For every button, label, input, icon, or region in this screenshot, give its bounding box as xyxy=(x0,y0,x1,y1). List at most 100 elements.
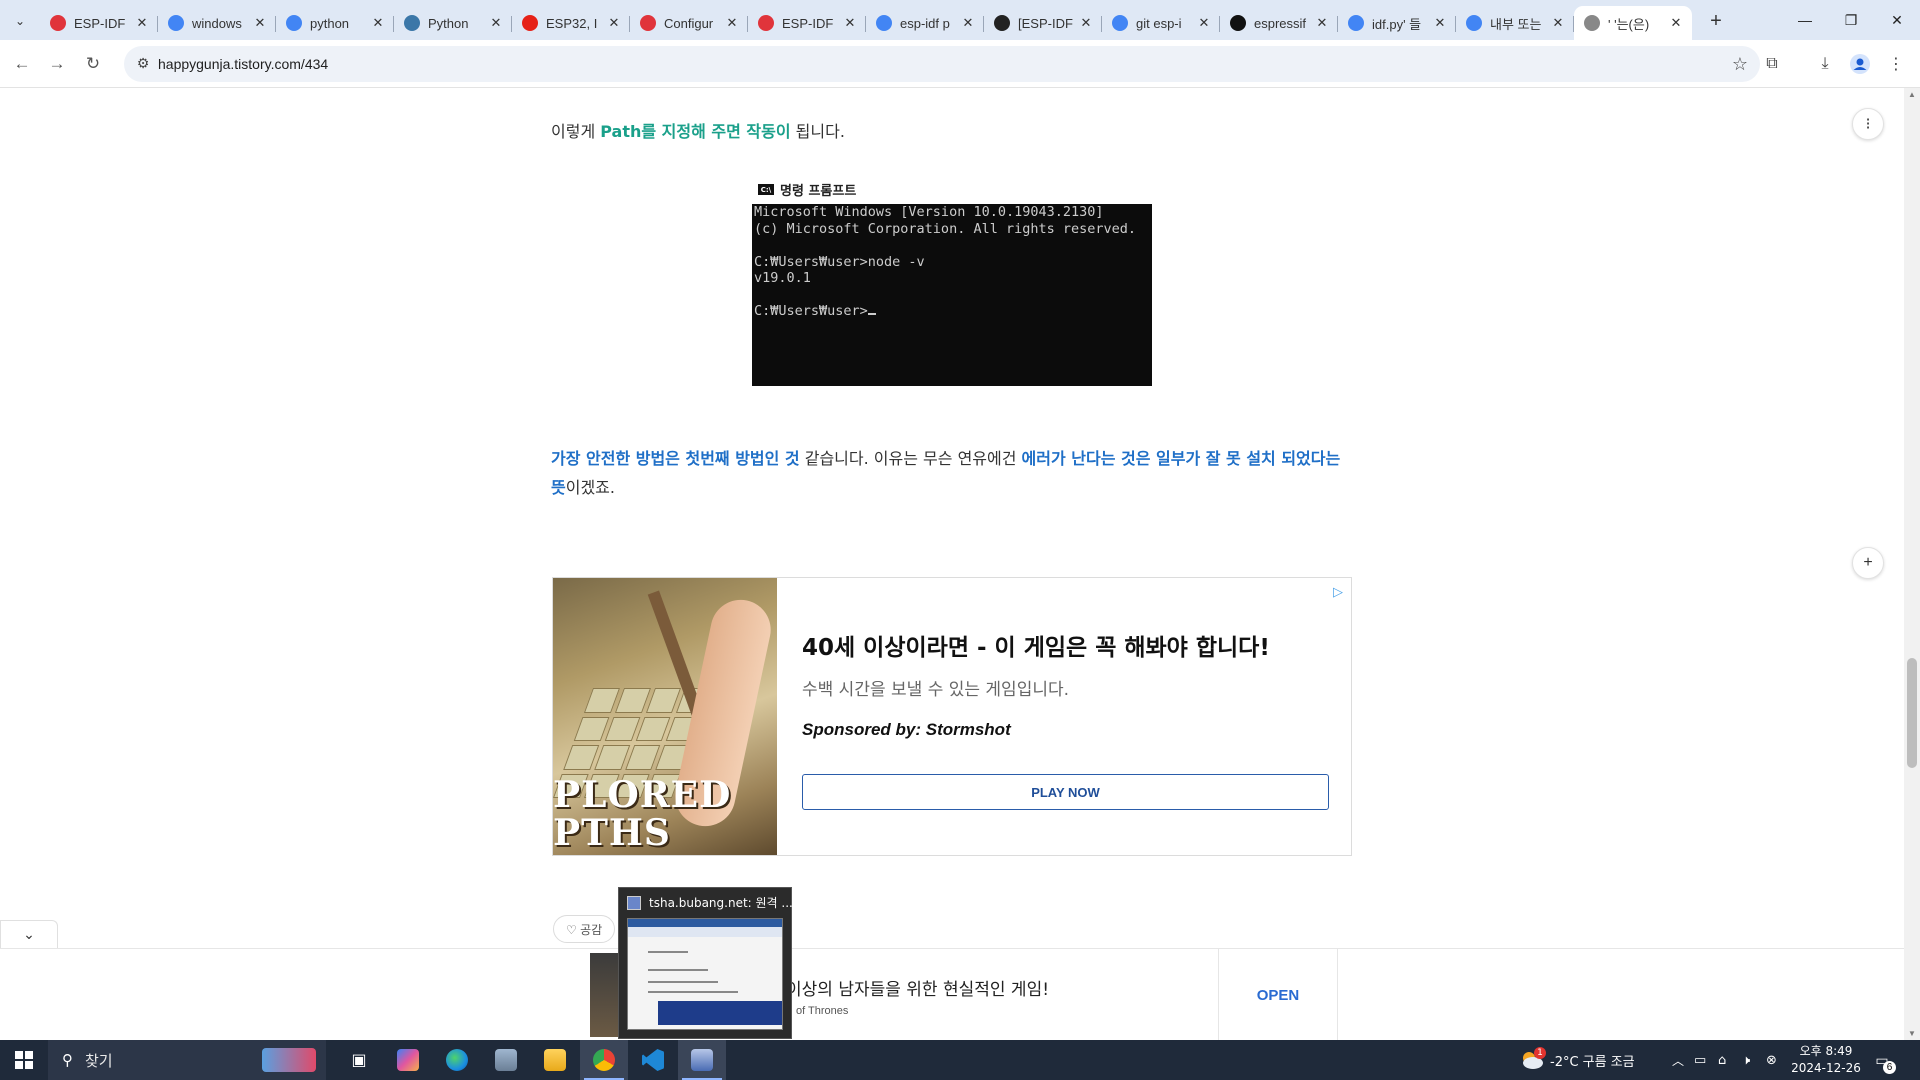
taskbar-clock[interactable]: 오후 8:49 2024-12-26 xyxy=(1788,1043,1864,1077)
browser-menu-icon[interactable]: ⋮ xyxy=(1884,52,1908,76)
bookmark-star-icon[interactable]: ☆ xyxy=(1732,54,1748,75)
meet-now-icon[interactable]: ▭ xyxy=(1694,1040,1706,1080)
remote-desktop-taskbar-icon[interactable] xyxy=(678,1040,726,1080)
tab-close-icon[interactable]: ✕ xyxy=(842,15,858,31)
ad-image[interactable]: PLORED PTHS xyxy=(553,578,777,855)
copilot-icon[interactable] xyxy=(384,1040,432,1080)
cmd-line: (c) Microsoft Corporation. All rights re… xyxy=(754,220,1137,237)
sponsored-ad-card[interactable]: PLORED PTHS ▷ 40세 이상이라면 - 이 게임은 꼭 해봐야 합니다… xyxy=(552,577,1352,856)
weather-cloud-icon: 1 xyxy=(1520,1047,1546,1071)
cmd-line: v19.0.1 xyxy=(754,270,811,286)
windows-logo-icon xyxy=(15,1051,33,1069)
minimize-button[interactable]: — xyxy=(1782,0,1828,40)
collapse-chevron-icon[interactable]: ⌄ xyxy=(0,920,58,948)
browser-tab[interactable]: [ESP-IDF ✕ xyxy=(984,8,1102,38)
browser-tab[interactable]: ' '는(은) ✕ xyxy=(1574,6,1692,40)
browser-tab[interactable]: espressif ✕ xyxy=(1220,8,1338,38)
browser-tab[interactable]: python ✕ xyxy=(276,8,394,38)
ime-status-icon[interactable]: ⊗ xyxy=(1766,1040,1777,1080)
show-hidden-icons-icon[interactable]: ︿ xyxy=(1672,1040,1684,1080)
browser-tab[interactable]: Configur ✕ xyxy=(630,8,748,38)
tab-close-icon[interactable]: ✕ xyxy=(1550,15,1566,31)
cmd-line: Microsoft Windows [Version 10.0.19043.21… xyxy=(754,204,1104,220)
tab-close-icon[interactable]: ✕ xyxy=(606,15,622,31)
bottom-ad-text[interactable]: 이상의 남자들을 위한 현실적인 게임! xyxy=(786,975,1049,1000)
adchoices-icon[interactable]: ▷ xyxy=(1333,584,1343,600)
clock-time: 오후 8:49 xyxy=(1799,1044,1853,1058)
profile-avatar-icon[interactable] xyxy=(1848,52,1872,76)
scrollbar-thumb[interactable] xyxy=(1907,658,1917,768)
tab-close-icon[interactable]: ✕ xyxy=(134,15,150,31)
tab-close-icon[interactable]: ✕ xyxy=(370,15,386,31)
browser-tab[interactable]: ESP32, I ✕ xyxy=(512,8,630,38)
open-button[interactable]: OPEN xyxy=(1218,949,1338,1040)
github-icon xyxy=(1230,15,1246,31)
browser-tab[interactable]: esp-idf p ✕ xyxy=(866,8,984,38)
tab-search-icon[interactable]: ⌄ xyxy=(8,9,32,33)
tab-close-icon[interactable]: ✕ xyxy=(1432,15,1448,31)
paragraph-path: 이렇게 Path를 지정해 주면 작동이 됩니다. xyxy=(551,118,845,142)
ad-headline[interactable]: 40세 이상이라면 - 이 게임은 꼭 해봐야 합니다! xyxy=(802,628,1270,662)
preview-thumbnail[interactable] xyxy=(627,918,783,1030)
new-tab-button[interactable]: + xyxy=(1704,9,1728,33)
paragraph-safest-method: 가장 안전한 방법은 첫번째 방법인 것 같습니다. 이유는 무슨 연유에건 에… xyxy=(551,444,1341,502)
restore-button[interactable]: ❐ xyxy=(1828,0,1874,40)
search-icon: ⚲ xyxy=(62,1051,73,1069)
volume-muted-icon[interactable]: 🕨 xyxy=(1742,1040,1750,1080)
bottom-anchor-ad[interactable]: 이상의 남자들을 위한 현실적인 게임! of Thrones OPEN xyxy=(0,948,1904,1040)
tab-title: ESP-IDF xyxy=(782,15,834,31)
browser-tab[interactable]: idf.py' 들 ✕ xyxy=(1338,8,1456,38)
tab-close-icon[interactable]: ✕ xyxy=(1196,15,1212,31)
close-window-button[interactable]: ✕ xyxy=(1874,0,1920,40)
espressif-icon xyxy=(640,15,656,31)
forward-arrow-icon[interactable]: → xyxy=(45,52,69,76)
chrome-icon[interactable] xyxy=(580,1040,628,1080)
back-arrow-icon[interactable]: ← xyxy=(10,52,34,76)
weather-app-icon[interactable] xyxy=(482,1040,530,1080)
tab-title: Configur xyxy=(664,15,714,31)
tab-close-icon[interactable]: ✕ xyxy=(488,15,504,31)
taskbar-search[interactable]: ⚲ 찾기 xyxy=(48,1040,326,1080)
tab-close-icon[interactable]: ✕ xyxy=(724,15,740,31)
task-view-icon[interactable]: ▣ xyxy=(335,1040,383,1080)
browser-tab[interactable]: git esp-i ✕ xyxy=(1102,8,1220,38)
browser-tab[interactable]: ESP-IDF ✕ xyxy=(748,8,866,38)
tab-title: ESP-IDF xyxy=(74,15,126,31)
page-scrollbar[interactable]: ▲ ▼ xyxy=(1904,88,1920,1040)
browser-tab[interactable]: windows ✕ xyxy=(158,8,276,38)
text: 이렇게 xyxy=(551,122,601,141)
address-bar[interactable]: ⚙ happygunja.tistory.com/434 ☆ xyxy=(124,46,1760,82)
like-button[interactable]: ♡ 공감 xyxy=(553,915,616,943)
notification-center-icon[interactable]: ▭ 6 xyxy=(1870,1048,1896,1074)
url-text[interactable]: happygunja.tistory.com/434 xyxy=(158,56,328,72)
browser-tab[interactable]: 내부 또는 ✕ xyxy=(1456,8,1574,38)
tab-close-icon[interactable]: ✕ xyxy=(960,15,976,31)
play-now-button[interactable]: PLAY NOW xyxy=(802,774,1329,810)
extensions-icon[interactable]: ⧉ xyxy=(1760,52,1784,76)
cmd-line: C:₩Users₩user> xyxy=(754,303,1152,320)
start-button[interactable] xyxy=(0,1040,48,1080)
edge-icon[interactable] xyxy=(433,1040,481,1080)
tab-close-icon[interactable]: ✕ xyxy=(252,15,268,31)
plus-icon[interactable]: + xyxy=(1852,547,1884,579)
file-explorer-icon[interactable] xyxy=(531,1040,579,1080)
site-info-icon[interactable]: ⚙ xyxy=(134,55,152,73)
network-icon[interactable]: ⌂ xyxy=(1718,1040,1726,1080)
browser-tab[interactable]: Python ✕ xyxy=(394,8,512,38)
browser-tab[interactable]: ESP-IDF ✕ xyxy=(40,8,158,38)
tab-close-icon[interactable]: ✕ xyxy=(1668,15,1684,31)
scroll-down-icon[interactable]: ▼ xyxy=(1908,1029,1916,1038)
vscode-icon[interactable] xyxy=(629,1040,677,1080)
taskbar-window-preview[interactable]: tsha.bubang.net: 원격 ... xyxy=(618,887,793,1039)
tab-title: python xyxy=(310,15,350,31)
tab-title: ' '는(은) xyxy=(1608,16,1650,32)
tab-close-icon[interactable]: ✕ xyxy=(1078,15,1094,31)
more-options-icon[interactable]: ⁝ xyxy=(1852,108,1884,140)
reload-icon[interactable]: ↻ xyxy=(81,52,105,76)
scroll-up-icon[interactable]: ▲ xyxy=(1908,90,1916,99)
page-content: 이렇게 Path를 지정해 주면 작동이 됩니다. C:\ 명령 프롬프트 Mi… xyxy=(0,88,1920,1040)
weather-widget[interactable]: 1 -2°C 구름 조금 xyxy=(1520,1040,1635,1080)
tab-close-icon[interactable]: ✕ xyxy=(1314,15,1330,31)
preview-title: tsha.bubang.net: 원격 ... xyxy=(627,894,793,911)
downloads-icon[interactable]: ⤓ xyxy=(1813,52,1837,76)
